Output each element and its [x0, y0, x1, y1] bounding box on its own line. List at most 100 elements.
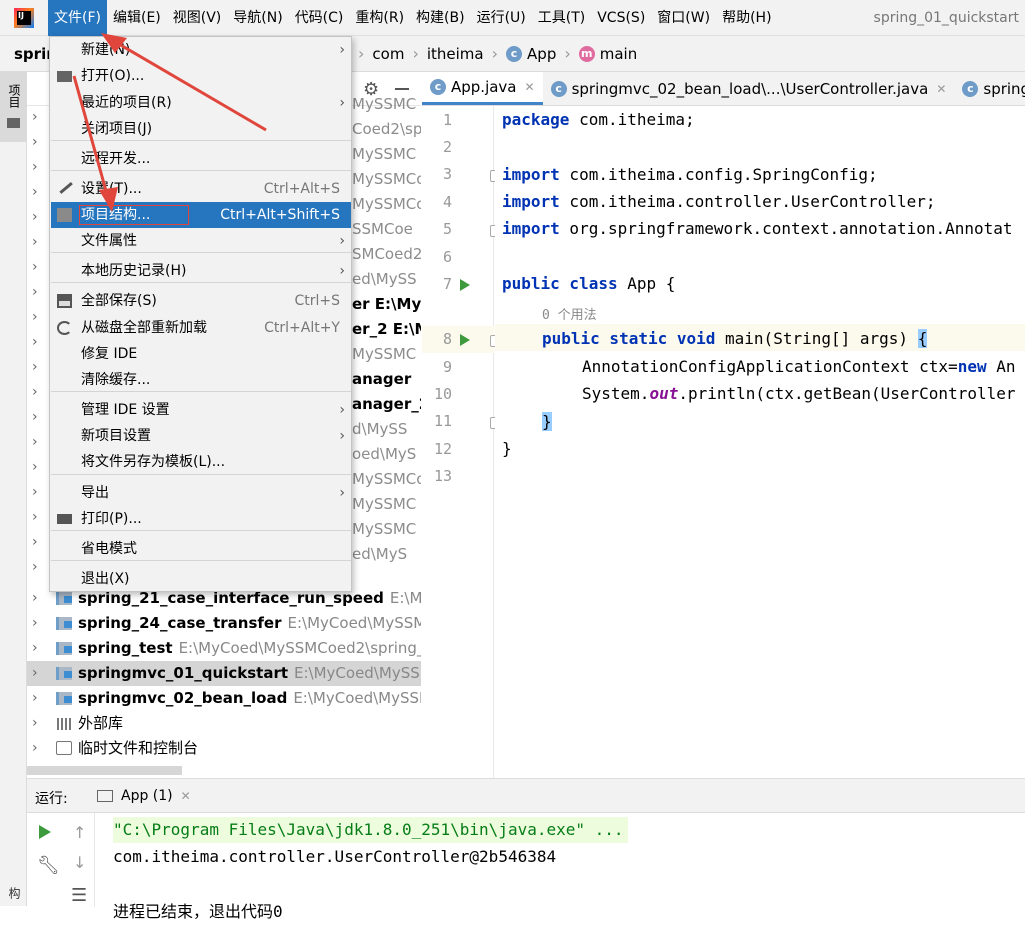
file-menu-item[interactable]: 修复 IDE: [51, 341, 351, 367]
menu-code[interactable]: 代码(C): [289, 0, 350, 36]
chevron-right-icon[interactable]: ›: [32, 209, 38, 225]
file-menu-item[interactable]: 导出 ›: [51, 480, 351, 506]
chevron-right-icon[interactable]: ›: [32, 586, 38, 611]
breadcrumb-app[interactable]: c App: [502, 45, 560, 63]
file-menu-item[interactable]: 最近的项目(R) ›: [51, 90, 351, 116]
file-menu-item[interactable]: 省电模式: [51, 536, 351, 562]
chevron-right-icon[interactable]: ›: [32, 509, 38, 525]
folder-icon: [7, 118, 20, 128]
chevron-right-icon[interactable]: ›: [32, 109, 38, 125]
menu-navigate[interactable]: 导航(N): [227, 0, 288, 36]
horizontal-scrollbar[interactable]: [27, 766, 182, 775]
file-menu-item[interactable]: 管理 IDE 设置 ›: [51, 397, 351, 423]
file-menu-item[interactable]: 关闭项目(J): [51, 116, 351, 142]
chevron-right-icon[interactable]: ›: [32, 359, 38, 375]
chevron-right-icon[interactable]: ›: [32, 736, 38, 761]
file-menu-item[interactable]: 新建(N) ›: [51, 37, 351, 63]
tree-row[interactable]: › springmvc_02_bean_load E:\MyCoed\MySSMC: [27, 686, 421, 711]
chevron-right-icon[interactable]: ›: [32, 611, 38, 636]
file-menu-item[interactable]: 设置(T)... Ctrl+Alt+S: [51, 176, 351, 202]
chevron-right-icon[interactable]: ›: [32, 234, 38, 250]
file-menu-item[interactable]: 新项目设置 ›: [51, 423, 351, 449]
chevron-right-icon[interactable]: ›: [32, 484, 38, 500]
file-menu-item[interactable]: 项目结构... Ctrl+Alt+Shift+S: [51, 202, 351, 228]
tree-path-fragment: MySSMCoe: [352, 170, 421, 188]
arrow-down-icon[interactable]: ↓: [73, 853, 86, 872]
breadcrumb-label: App: [527, 44, 557, 63]
menu-help[interactable]: 帮助(H): [716, 0, 777, 36]
run-gutter-icon[interactable]: [460, 334, 470, 346]
chevron-right-icon[interactable]: ›: [32, 409, 38, 425]
file-menu-item[interactable]: 打开(O)...: [51, 63, 351, 89]
chevron-right-icon[interactable]: ›: [32, 134, 38, 150]
code-line-5: import org.springframework.context.annot…: [502, 219, 1013, 238]
intellij-logo-icon[interactable]: IJ: [14, 7, 44, 29]
file-menu-item[interactable]: 远程开发...: [51, 146, 351, 172]
breadcrumb-com[interactable]: com: [368, 45, 408, 63]
menu-run[interactable]: 运行(U): [471, 0, 532, 36]
file-menu-item-label: 管理 IDE 设置: [81, 402, 170, 418]
close-icon[interactable]: ✕: [525, 80, 535, 94]
file-menu-item[interactable]: 打印(P)...: [51, 506, 351, 532]
run-gutter-icon[interactable]: [460, 279, 470, 291]
close-icon[interactable]: ✕: [181, 789, 191, 803]
chevron-right-icon[interactable]: ›: [32, 534, 38, 550]
chevron-right-icon[interactable]: ›: [32, 259, 38, 275]
menu-edit[interactable]: 编辑(E): [107, 0, 167, 36]
file-menu-item[interactable]: 本地历史记录(H) ›: [51, 258, 351, 284]
wrench-icon[interactable]: 🔧︎: [37, 855, 60, 876]
chevron-right-icon[interactable]: ›: [32, 661, 38, 686]
tree-row[interactable]: › 临时文件和控制台: [27, 736, 421, 761]
chevron-right-icon[interactable]: ›: [32, 686, 38, 711]
menu-refactor[interactable]: 重构(R): [349, 0, 410, 36]
tree-row[interactable]: › springmvc_01_quickstart E:\MyCoed\MySSM…: [27, 661, 421, 686]
menu-file[interactable]: 文件(F): [48, 0, 107, 36]
file-menu-item[interactable]: 全部保存(S) Ctrl+S: [51, 288, 351, 314]
project-tool-label: 项目: [7, 84, 21, 108]
file-menu-item[interactable]: 清除缓存...: [51, 367, 351, 393]
file-menu-item-label: 打印(P)...: [81, 511, 142, 527]
tab-spring[interactable]: c spring: [954, 72, 1025, 105]
breadcrumb-main[interactable]: m main: [575, 45, 641, 63]
chevron-right-icon[interactable]: ›: [32, 284, 38, 300]
file-menu-item[interactable]: 文件属性 ›: [51, 228, 351, 254]
chevron-right-icon[interactable]: ›: [32, 184, 38, 200]
menu-window[interactable]: 窗口(W): [651, 0, 716, 36]
run-tab-app[interactable]: App (1) ✕: [91, 779, 197, 813]
console-output[interactable]: "C:\Program Files\Java\jdk1.8.0_251\bin\…: [113, 813, 1013, 921]
chevron-right-icon[interactable]: ›: [32, 159, 38, 175]
tree-row[interactable]: › spring_test E:\MyCoed\MySSMCoed2\spring…: [27, 636, 421, 661]
structure-tool-tab[interactable]: 构: [6, 887, 23, 899]
tab-app-java[interactable]: c App.java ✕: [422, 72, 543, 105]
breadcrumb-project[interactable]: sprin: [14, 45, 54, 63]
menu-view[interactable]: 视图(V): [167, 0, 228, 36]
chevron-right-icon[interactable]: ›: [32, 309, 38, 325]
soft-wrap-icon[interactable]: ☰: [71, 885, 87, 906]
chevron-right-icon[interactable]: ›: [32, 334, 38, 350]
file-menu-item[interactable]: 退出(X): [51, 566, 351, 592]
menu-vcs[interactable]: VCS(S): [591, 0, 651, 36]
file-menu-item[interactable]: 从磁盘全部重新加载 Ctrl+Alt+Y: [51, 315, 351, 341]
usages-hint[interactable]: 0 个用法: [542, 304, 597, 323]
breadcrumb-itheima[interactable]: itheima: [423, 45, 488, 63]
chevron-right-icon[interactable]: ›: [32, 636, 38, 661]
arrow-up-icon[interactable]: ↑: [73, 823, 86, 842]
file-menu-item[interactable]: 将文件另存为模板(L)...: [51, 449, 351, 475]
tree-row[interactable]: › 外部库: [27, 711, 421, 736]
menu-separator: [51, 140, 351, 141]
menu-build[interactable]: 构建(B): [410, 0, 471, 36]
code-editor[interactable]: package com.itheima; import com.itheima.…: [495, 106, 1025, 778]
project-tool-tab[interactable]: 项目: [0, 72, 27, 142]
chevron-right-icon[interactable]: ›: [32, 384, 38, 400]
chevron-right-icon[interactable]: ›: [32, 459, 38, 475]
rerun-icon[interactable]: [39, 825, 51, 839]
minimize-icon[interactable]: [395, 88, 409, 90]
editor-gutter: 1 2 3 4 5 6 7 8 9 10 11 12 13: [422, 106, 500, 778]
chevron-right-icon[interactable]: ›: [32, 711, 38, 736]
chevron-right-icon[interactable]: ›: [32, 434, 38, 450]
tab-user-controller[interactable]: c springmvc_02_bean_load\...\UserControl…: [543, 72, 955, 105]
chevron-right-icon[interactable]: ›: [32, 559, 38, 575]
close-icon[interactable]: ✕: [936, 82, 946, 96]
menu-tools[interactable]: 工具(T): [532, 0, 591, 36]
tree-row[interactable]: › spring_24_case_transfer E:\MyCoed\MySSM…: [27, 611, 421, 636]
